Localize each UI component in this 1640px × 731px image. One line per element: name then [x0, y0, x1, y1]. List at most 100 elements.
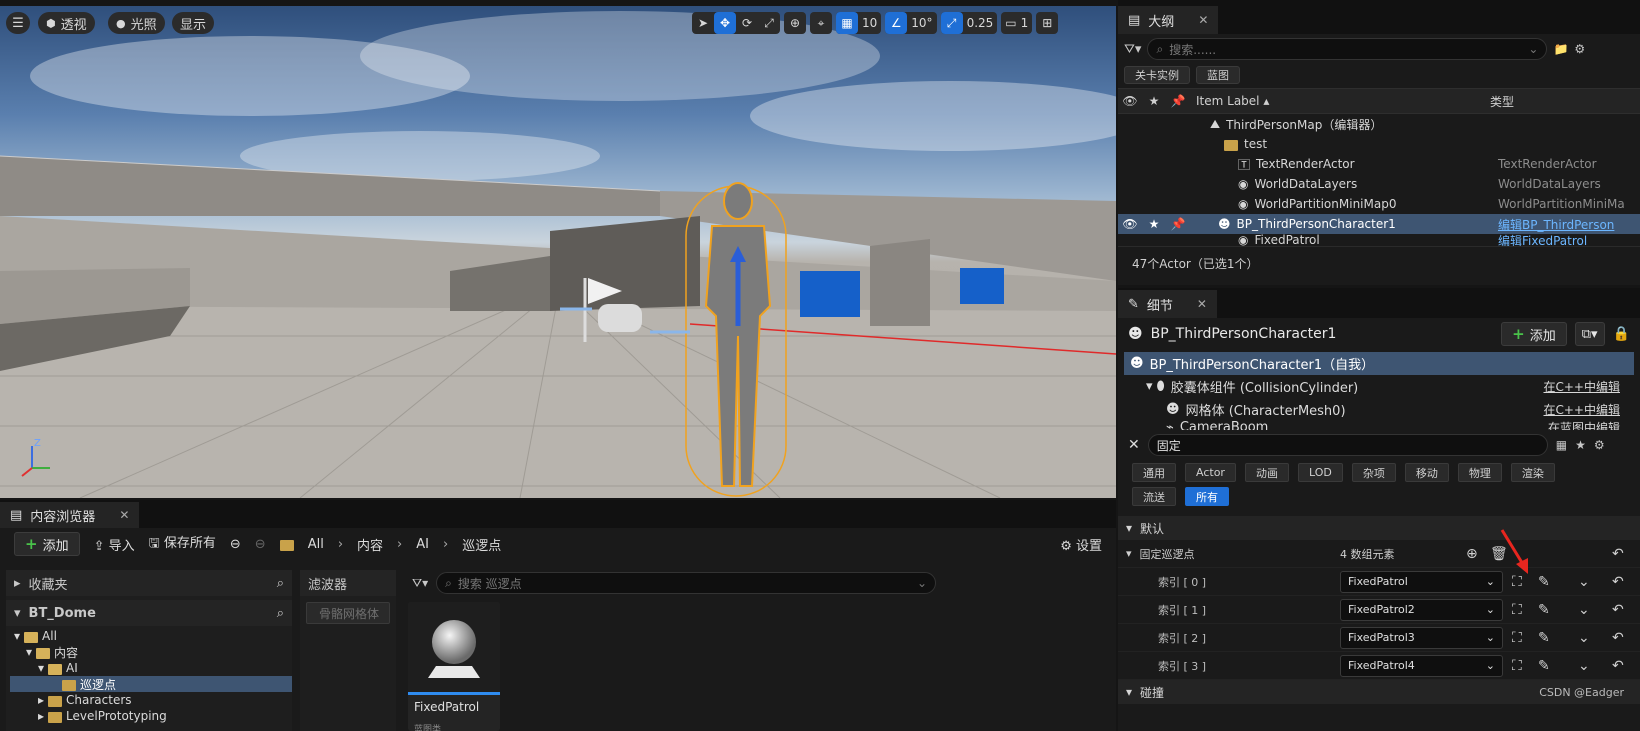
scale-snap-value[interactable]: 0.25 [963, 12, 998, 34]
filter-chip-movement[interactable]: 移动 [1404, 463, 1449, 482]
chip-level-instance[interactable]: 关卡实例 [1124, 66, 1190, 84]
outliner-search-input[interactable]: ⌕ 搜索...... ⌄ [1147, 38, 1548, 60]
star-icon[interactable]: ★ [1142, 94, 1166, 108]
outliner-tab[interactable]: ▤ 大纲 ✕ [1118, 6, 1219, 34]
scale-snap-toggle[interactable]: ⤢ [940, 12, 963, 34]
folder-row-content[interactable]: ▾ 内容 [10, 644, 292, 660]
chevron-down-icon[interactable]: ▾ [1126, 547, 1132, 560]
filter-item-skeletal-mesh[interactable]: 骨骼网格体 [306, 602, 390, 624]
world-local-button[interactable]: ⊕ [784, 12, 806, 34]
select-tool-button[interactable]: ➤ [692, 12, 714, 34]
reset-icon[interactable]: ↶ [1612, 602, 1624, 618]
edit-in-blueprint-link[interactable]: 在蓝图中编辑 [1548, 421, 1620, 430]
component-row-cameraboom[interactable]: ⌁ CameraBoom 在蓝图中编辑 [1124, 421, 1634, 430]
pin-icon[interactable]: 📌 [1166, 217, 1190, 231]
chevron-down-icon[interactable]: ⌄ [1578, 630, 1590, 646]
star-icon[interactable]: ★ [1142, 217, 1166, 231]
lighting-button[interactable]: ● 光照 [108, 12, 165, 34]
element-combo[interactable]: FixedPatrol2 ⌄ [1340, 598, 1503, 621]
lock-icon[interactable]: 🔒 [1613, 326, 1630, 342]
table-view-icon[interactable]: ▦ [1556, 438, 1567, 452]
move-tool-button[interactable]: ✥ [714, 12, 736, 34]
reset-icon[interactable]: ↶ [1612, 658, 1624, 674]
eyedropper-icon[interactable]: ✎ [1538, 602, 1550, 618]
col-item-label[interactable]: Item Label ▴ [1190, 94, 1490, 108]
component-row-mesh[interactable]: ☻ 网格体 (CharacterMesh0) 在C++中编辑 [1124, 398, 1634, 421]
tree-row-textrender[interactable]: 🅃 TextRenderActor TextRenderActor [1118, 154, 1640, 174]
tree-row-fixedpatrol[interactable]: ◉ FixedPatrol 编辑FixedPatrol [1118, 234, 1640, 246]
back-icon[interactable]: ⊖ [230, 537, 241, 552]
browse-icon[interactable]: ⛶ [1512, 602, 1522, 618]
show-button[interactable]: 显示 [172, 12, 215, 34]
folder-row-levelprototyping[interactable]: ▸ LevelPrototyping [10, 708, 292, 724]
element-combo[interactable]: FixedPatrol3 ⌄ [1340, 626, 1503, 649]
tree-row-minimap[interactable]: ◉ WorldPartitionMiniMap0 WorldPartitionM… [1118, 194, 1640, 214]
tree-row-folder-test[interactable]: test [1118, 134, 1640, 154]
add-component-button[interactable]: + 添加 [1501, 322, 1567, 346]
browse-icon[interactable]: ⛶ [1512, 630, 1522, 646]
section-collision[interactable]: ▾ 碰撞 CSDN @Eadger [1118, 680, 1640, 704]
perspective-button[interactable]: ⬢ 透视 [38, 12, 95, 34]
tree-row-map[interactable]: ⛰ ThirdPersonMap（编辑器） [1118, 114, 1640, 134]
clear-search-icon[interactable]: ✕ [1128, 437, 1140, 453]
filter-chip-lod[interactable]: LOD [1297, 463, 1343, 482]
reset-icon[interactable]: ↶ [1612, 574, 1624, 590]
close-icon[interactable]: ✕ [1198, 13, 1208, 27]
filter-chip-misc[interactable]: 杂项 [1351, 463, 1396, 482]
browse-icon[interactable]: ⛶ [1512, 658, 1522, 674]
tree-row-worlddatalayers[interactable]: ◉ WorldDataLayers WorldDataLayers [1118, 174, 1640, 194]
filter-chip-actor[interactable]: Actor [1185, 463, 1236, 482]
viewport-layout-button[interactable]: ⊞ [1036, 12, 1059, 34]
gear-icon[interactable]: ⚙ [1574, 42, 1585, 56]
filter-chip-general[interactable]: 通用 [1132, 463, 1176, 482]
reset-icon[interactable]: ↶ [1612, 630, 1624, 646]
level-viewport[interactable]: Z ☰ ⬢ 透视 ● 光照 显示 ➤ ✥ ⟳ ⤢ ⊕ ⌖ ▦ 10 ∠ 10° … [0, 6, 1116, 498]
folder-row-all[interactable]: ▾ All [10, 628, 292, 644]
reset-icon[interactable]: ↶ [1612, 546, 1624, 562]
angle-snap-value[interactable]: 10° [907, 12, 936, 34]
forward-icon[interactable]: ⊖ [255, 537, 266, 552]
pin-icon[interactable]: 📌 [1166, 94, 1190, 108]
asset-tile-fixedpatrol[interactable]: FixedPatrol 蓝图类 [408, 602, 500, 731]
element-combo[interactable]: FixedPatrol4 ⌄ [1340, 654, 1503, 677]
surface-snap-button[interactable]: ⌖ [810, 12, 832, 34]
breadcrumb-all[interactable]: All [308, 537, 324, 552]
filter-icon[interactable]: ⛛▾ [1124, 42, 1141, 57]
folder-row-characters[interactable]: ▸ Characters [10, 692, 292, 708]
star-icon[interactable]: ★ [1575, 438, 1586, 452]
chip-blueprint[interactable]: 蓝图 [1196, 66, 1240, 84]
asset-search-input[interactable]: ⌕ 搜索 巡逻点 ⌄ [436, 572, 937, 594]
project-header[interactable]: ▾ BT_Dome ⌕ [6, 600, 292, 626]
close-icon[interactable]: ✕ [119, 508, 129, 522]
angle-snap-toggle[interactable]: ∠ [885, 12, 908, 34]
eyedropper-icon[interactable]: ✎ [1538, 574, 1550, 590]
component-row-capsule[interactable]: ▾ ⬮ 胶囊体组件 (CollisionCylinder) 在C++中编辑 [1124, 375, 1634, 398]
tree-row-type-link[interactable]: 编辑BP_ThirdPerson [1498, 216, 1614, 233]
camera-speed-button[interactable]: ▭ 1 [1001, 12, 1033, 34]
import-button[interactable]: ⇪ 导入 [94, 535, 135, 554]
eye-icon[interactable]: 👁 [1118, 217, 1142, 231]
folder-row-ai[interactable]: ▾ AI [10, 660, 292, 676]
chevron-down-icon[interactable]: ⌄ [1578, 574, 1590, 590]
grid-snap-toggle[interactable]: ▦ [836, 12, 858, 34]
search-icon[interactable]: ⌕ [277, 606, 284, 621]
add-element-icon[interactable]: ⊕ [1466, 546, 1478, 562]
breadcrumb-patrol-points[interactable]: 巡逻点 [462, 535, 501, 554]
blueprint-options-button[interactable]: ⧉▾ [1574, 322, 1605, 346]
search-icon[interactable]: ⌕ [277, 576, 284, 591]
element-combo[interactable]: FixedPatrol ⌄ [1340, 570, 1503, 593]
folder-row-patrol-selected[interactable]: 巡逻点 [10, 676, 292, 692]
filter-chip-rendering[interactable]: 渲染 [1510, 463, 1555, 482]
section-default[interactable]: ▾ 默认 [1118, 516, 1640, 540]
grid-snap-value[interactable]: 10 [858, 12, 881, 34]
tree-row-character-selected[interactable]: 👁 ★ 📌 ☻ BP_ThirdPersonCharacter1 编辑BP_Th… [1118, 214, 1640, 234]
tree-row-type-link[interactable]: 编辑FixedPatrol [1498, 234, 1587, 246]
col-type[interactable]: 类型 [1490, 93, 1514, 110]
content-browser-tab[interactable]: ▤ 内容浏览器 ✕ [0, 502, 140, 528]
rotate-tool-button[interactable]: ⟳ [736, 12, 758, 34]
filter-chip-physics[interactable]: 物理 [1457, 463, 1502, 482]
chevron-down-icon[interactable]: ⌄ [1578, 658, 1590, 674]
breadcrumb-content[interactable]: 内容 [357, 535, 383, 554]
edit-in-cpp-link[interactable]: 在C++中编辑 [1544, 378, 1621, 395]
add-folder-icon[interactable]: 📁 [1553, 42, 1568, 56]
